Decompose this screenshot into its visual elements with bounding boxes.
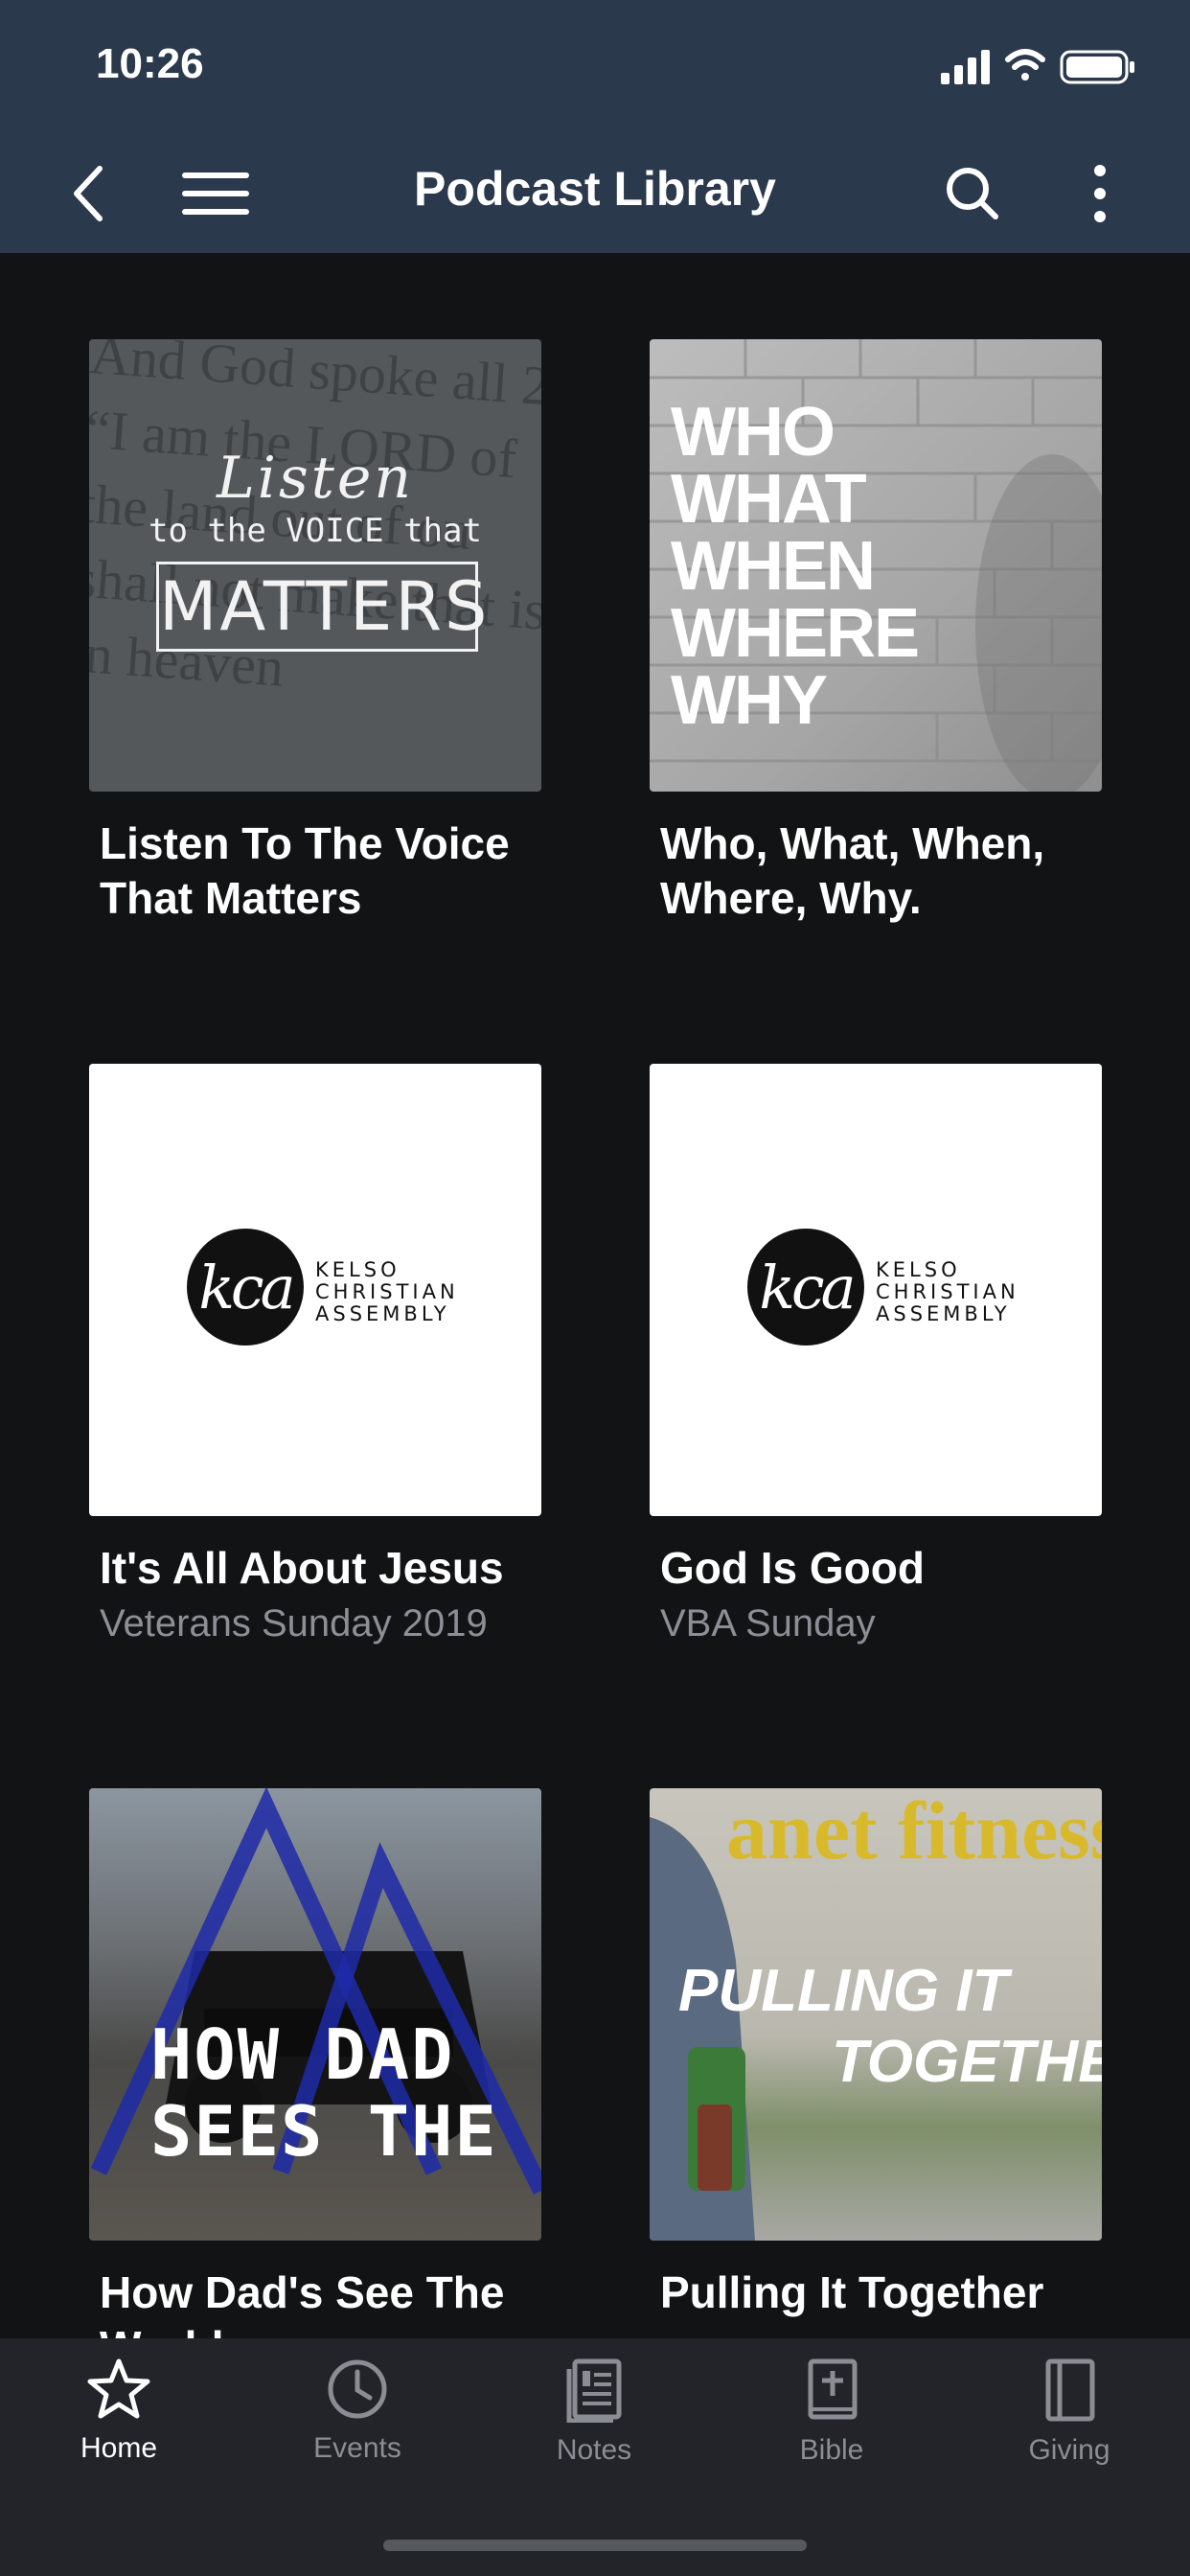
- podcast-artwork: WHO WHAT WHEN WHERE WHY: [650, 339, 1102, 792]
- page-title: Podcast Library: [414, 162, 776, 216]
- notes-icon: [566, 2358, 622, 2423]
- tab-label: Home: [80, 2432, 158, 2464]
- wifi-icon: [1005, 49, 1045, 80]
- star-icon: [87, 2358, 150, 2419]
- podcast-card[interactable]: kca KELSO CHRISTIAN ASSEMBLY It's All Ab…: [89, 1064, 541, 1649]
- podcast-title: Pulling It Together: [660, 2267, 1044, 2317]
- kca-logo-icon: kca: [747, 1229, 864, 1346]
- artwork-words: WHO WHAT WHEN WHERE WHY: [671, 394, 920, 739]
- cellular-signal-icon: [941, 50, 990, 84]
- home-indicator: [383, 2540, 807, 2551]
- podcast-title: How Dad's See The World: [100, 2267, 505, 2338]
- tab-home[interactable]: Home: [42, 2358, 195, 2501]
- podcast-artwork: HOW DAD SEES THE WO: [89, 1788, 541, 2241]
- tab-giving[interactable]: Giving: [993, 2358, 1146, 2501]
- tab-bible[interactable]: Bible: [755, 2358, 908, 2501]
- logo-wordmark: KELSO CHRISTIAN ASSEMBLY: [876, 1258, 1019, 1325]
- search-icon: [947, 168, 998, 219]
- podcast-card[interactable]: anet fitness PULLING IT TOGETHER Pulling…: [650, 1788, 1102, 2320]
- podcast-title: Who, What, When, Where, Why.: [660, 818, 1045, 923]
- podcast-card[interactable]: HOW DAD SEES THE WO How Dad's See The Wo…: [89, 1788, 541, 2338]
- podcast-artwork: kca KELSO CHRISTIAN ASSEMBLY: [89, 1064, 541, 1516]
- search-button[interactable]: [934, 157, 1011, 230]
- bible-icon: [808, 2358, 858, 2420]
- tab-label: Giving: [1028, 2434, 1110, 2466]
- podcast-title: Listen To The Voice That Matters: [100, 818, 510, 923]
- podcast-grid: And God spoke all 2 “I am the LORD of th…: [0, 253, 1190, 2338]
- podcast-subtitle: Veterans Sunday 2019: [100, 1602, 488, 1644]
- podcast-artwork: And God spoke all 2 “I am the LORD of th…: [89, 339, 541, 792]
- more-options-button[interactable]: [1062, 157, 1138, 230]
- podcast-card[interactable]: And God spoke all 2 “I am the LORD of th…: [89, 339, 541, 926]
- app-header: 10:26 Podcast Library: [0, 0, 1190, 253]
- tab-label: Events: [313, 2432, 401, 2464]
- podcast-title: It's All About Jesus: [100, 1543, 504, 1593]
- podcast-artwork: kca KELSO CHRISTIAN ASSEMBLY: [650, 1064, 1102, 1516]
- status-time: 10:26: [96, 40, 204, 87]
- podcast-card[interactable]: WHO WHAT WHEN WHERE WHY Who, What, When,…: [650, 339, 1102, 926]
- tab-label: Notes: [556, 2434, 632, 2466]
- status-icons: [941, 46, 1190, 88]
- navigation-bar: Podcast Library: [0, 134, 1190, 253]
- podcast-subtitle: VBA Sunday: [660, 1602, 876, 1644]
- status-bar: 10:26: [0, 0, 1190, 134]
- podcast-artwork: anet fitness PULLING IT TOGETHER: [650, 1788, 1102, 2241]
- battery-icon: [1060, 50, 1134, 84]
- podcast-card[interactable]: kca KELSO CHRISTIAN ASSEMBLY God Is Good…: [650, 1064, 1102, 1649]
- artwork-title: HOW DAD SEES THE WO: [150, 2014, 541, 2172]
- more-vertical-icon: [1094, 165, 1106, 222]
- tab-events[interactable]: Events: [281, 2358, 434, 2501]
- logo-wordmark: KELSO CHRISTIAN ASSEMBLY: [315, 1258, 459, 1325]
- giving-icon: [1045, 2358, 1095, 2422]
- clock-icon: [328, 2359, 387, 2419]
- podcast-title: God Is Good: [660, 1543, 925, 1593]
- tab-label: Bible: [799, 2434, 864, 2466]
- tab-notes[interactable]: Notes: [517, 2358, 671, 2501]
- kca-logo-icon: kca: [187, 1229, 304, 1346]
